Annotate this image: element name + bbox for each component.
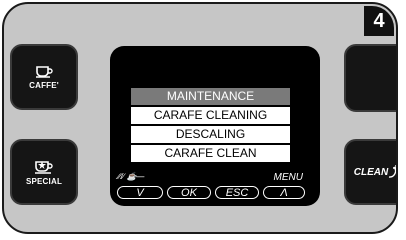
caffe-button[interactable]: CAFFE' <box>10 44 78 110</box>
menu-hint: MENU <box>273 172 303 183</box>
coffee-cup-icon <box>34 64 54 78</box>
menu-item-carafe-cleaning[interactable]: CARAFE CLEANING <box>131 107 290 124</box>
down-softkey[interactable]: V <box>117 186 163 199</box>
star-cup-icon <box>33 158 55 174</box>
step-badge: 4 <box>364 6 394 36</box>
clean-label: CLEAN <box>353 166 389 178</box>
softkey-row: ∕∕/∕ ☕— MENU V OK ESC Λ <box>115 172 307 202</box>
special-button[interactable]: SPECIAL <box>10 139 78 205</box>
clean-plus-icon: CLEAN <box>353 164 396 180</box>
special-label: SPECIAL <box>25 177 63 186</box>
clean-button[interactable]: CLEAN <box>344 139 396 205</box>
steam-hint-icon: ∕∕/∕ ☕— <box>118 172 145 181</box>
maintenance-menu: MAINTENANCE CARAFE CLEANING DESCALING CA… <box>131 88 290 164</box>
ok-softkey[interactable]: OK <box>167 186 211 199</box>
menu-item-descaling[interactable]: DESCALING <box>131 126 290 143</box>
right-top-button[interactable] <box>344 44 396 112</box>
caffe-label: CAFFE' <box>29 81 59 90</box>
up-softkey[interactable]: Λ <box>263 186 305 199</box>
menu-item-maintenance[interactable]: MAINTENANCE <box>131 88 290 105</box>
menu-item-carafe-clean[interactable]: CARAFE CLEAN <box>131 145 290 162</box>
esc-softkey[interactable]: ESC <box>215 186 259 199</box>
